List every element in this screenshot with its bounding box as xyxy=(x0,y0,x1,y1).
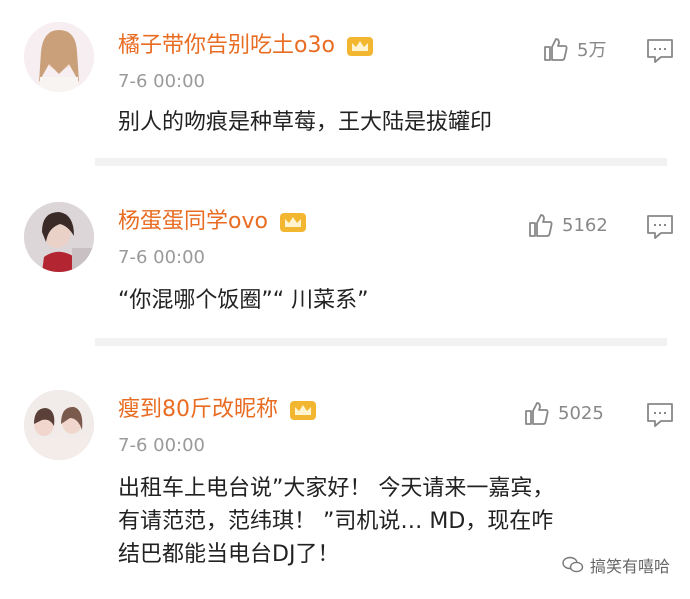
like-button[interactable]: 5025 xyxy=(524,400,604,426)
like-count: 5162 xyxy=(562,214,608,236)
avatar-image xyxy=(24,390,94,460)
username[interactable]: 瘦到80斤改昵称 xyxy=(118,396,317,424)
comment-time: 7-6 00:00 xyxy=(118,71,205,92)
divider xyxy=(95,338,667,346)
username[interactable]: 杨蛋蛋同学ovo xyxy=(118,208,307,236)
divider xyxy=(95,158,667,166)
thumbs-up-icon xyxy=(525,402,549,425)
avatar[interactable] xyxy=(24,202,94,272)
avatar[interactable] xyxy=(24,390,94,460)
username-text[interactable]: 瘦到80斤改昵称 xyxy=(118,397,278,422)
comment-text: 别人的吻痕是种草莓，王大陆是拔罐印 xyxy=(118,110,493,135)
comment-text-line: 出租车上电台说”大家好！ 今天请来一嘉宾， xyxy=(118,476,555,501)
crown-icon xyxy=(346,37,373,56)
like-count: 5万 xyxy=(577,40,607,61)
comment-text-line: 有请范范，范纬琪！ ”司机说… MD，现在咋 xyxy=(118,509,554,534)
username[interactable]: 橘子带你告别吃土o3o xyxy=(118,32,374,60)
comment-time: 7-6 00:00 xyxy=(118,247,205,268)
username-text[interactable]: 杨蛋蛋同学ovo xyxy=(118,209,268,234)
watermark: 搞笑有嘻哈 xyxy=(562,553,670,577)
crown-icon xyxy=(279,213,306,232)
thumbs-up-icon xyxy=(544,38,568,61)
watermark-text: 搞笑有嘻哈 xyxy=(589,557,670,576)
username-text[interactable]: 橘子带你告别吃土o3o xyxy=(118,33,335,58)
comment-bubble-icon[interactable] xyxy=(646,402,674,428)
avatar-image xyxy=(24,202,94,272)
comment-bubble-icon[interactable] xyxy=(646,38,674,64)
crown-icon xyxy=(290,401,316,420)
like-button[interactable]: 5162 xyxy=(528,212,608,238)
comment-time: 7-6 00:00 xyxy=(118,435,205,456)
avatar[interactable] xyxy=(24,22,94,92)
comment-item: 杨蛋蛋同学ovo 7-6 00:00 5162 “你混哪个饭圈”“ 川菜系” xyxy=(0,180,690,360)
comment-text: “你混哪个饭圈”“ 川菜系” xyxy=(118,288,369,313)
comment-item: 橘子带你告别吃土o3o 7-6 00:00 5万 别人的吻痕是种草莓，王大陆是拔… xyxy=(0,0,690,170)
comment-bubble-icon[interactable] xyxy=(646,214,674,240)
like-button[interactable]: 5万 xyxy=(543,36,606,62)
like-count: 5025 xyxy=(558,402,604,424)
wechat-icon xyxy=(562,556,584,573)
thumbs-up-icon xyxy=(529,214,553,237)
avatar-image xyxy=(24,22,94,92)
